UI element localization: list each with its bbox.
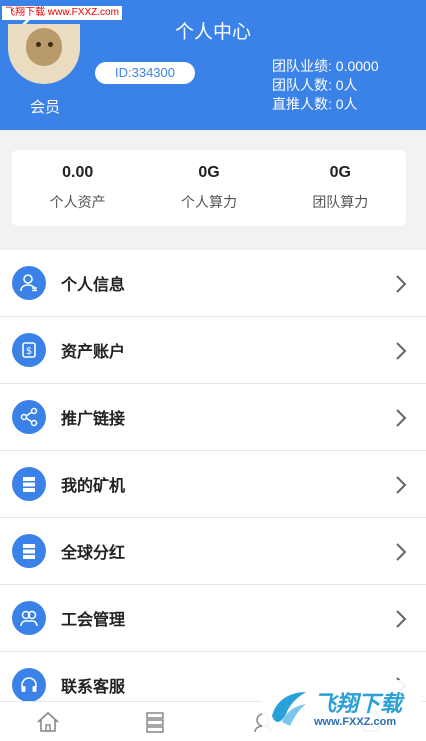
headset-icon xyxy=(12,668,46,702)
menu-item-global-dividend[interactable]: 全球分红 xyxy=(0,518,426,585)
member-level: 会员 xyxy=(30,99,61,116)
home-icon[interactable] xyxy=(35,710,61,734)
stats-card: 0.00 个人资产 0G 个人算力 0G 团队算力 xyxy=(12,150,406,226)
stat-value: 0G xyxy=(329,164,351,181)
menu-item-label: 我的矿机 xyxy=(61,478,126,495)
watermark-logo: 飞翔下载 www.FXXZ.com xyxy=(262,680,422,736)
server-icon xyxy=(12,534,46,568)
stat-label: 团队算力 xyxy=(312,194,369,210)
watermark-logo-url: www.FXXZ.com xyxy=(314,716,397,728)
stat-value: 0.00 xyxy=(62,164,94,181)
stat-label: 个人算力 xyxy=(180,194,237,210)
chevron-right-icon xyxy=(396,476,407,494)
menu-item-label: 个人信息 xyxy=(61,277,126,294)
menu-item-label: 推广链接 xyxy=(61,411,126,428)
chevron-right-icon xyxy=(396,543,407,561)
menu-item-asset-account[interactable]: $ 资产账户 xyxy=(0,317,426,384)
share-icon xyxy=(12,400,46,434)
group-icon xyxy=(12,601,46,635)
team-count: 团队人数: 0人 xyxy=(272,77,358,93)
user-id-badge: ID:334300 xyxy=(95,62,195,84)
team-performance: 团队业绩: 0.0000 xyxy=(272,58,379,74)
stat-team-hashrate: 0G 团队算力 xyxy=(275,150,406,226)
server-icon xyxy=(12,467,46,501)
chevron-right-icon xyxy=(396,409,407,427)
direct-count: 直推人数: 0人 xyxy=(272,96,358,112)
menu-list: 个人信息 $ 资产账户 推广链接 我的矿机 全球分红 工会管理 联系客服 xyxy=(0,250,426,719)
svg-text:$: $ xyxy=(26,346,32,357)
menu-item-label: 联系客服 xyxy=(61,679,126,696)
menu-item-union-management[interactable]: 工会管理 xyxy=(0,585,426,652)
menu-item-label: 全球分红 xyxy=(61,545,126,562)
dollar-icon: $ xyxy=(12,333,46,367)
menu-item-my-miners[interactable]: 我的矿机 xyxy=(0,451,426,518)
team-summary: 团队业绩: 0.0000 团队人数: 0人 直推人数: 0人 xyxy=(272,57,379,114)
header: 飞翔下载 www.FXXZ.com 个人中心 会员 ID:334300 团队业绩… xyxy=(0,0,426,130)
menu-item-label: 工会管理 xyxy=(61,612,126,629)
menu-item-profile[interactable]: 个人信息 xyxy=(0,250,426,317)
user-icon xyxy=(12,266,46,300)
chevron-right-icon xyxy=(396,610,407,628)
stat-personal-assets: 0.00 个人资产 xyxy=(12,150,143,226)
menu-item-referral-link[interactable]: 推广链接 xyxy=(0,384,426,451)
stat-label: 个人资产 xyxy=(49,194,106,210)
miner-tab-icon[interactable] xyxy=(142,710,168,734)
menu-item-label: 资产账户 xyxy=(61,344,126,361)
watermark-bird-icon xyxy=(272,692,306,726)
avatar[interactable] xyxy=(8,24,80,84)
stat-value: 0G xyxy=(198,164,220,181)
chevron-right-icon xyxy=(396,342,407,360)
chevron-right-icon xyxy=(396,275,407,293)
watermark-logo-title: 飞翔下载 xyxy=(314,691,403,716)
stat-personal-hashrate: 0G 个人算力 xyxy=(143,150,274,226)
